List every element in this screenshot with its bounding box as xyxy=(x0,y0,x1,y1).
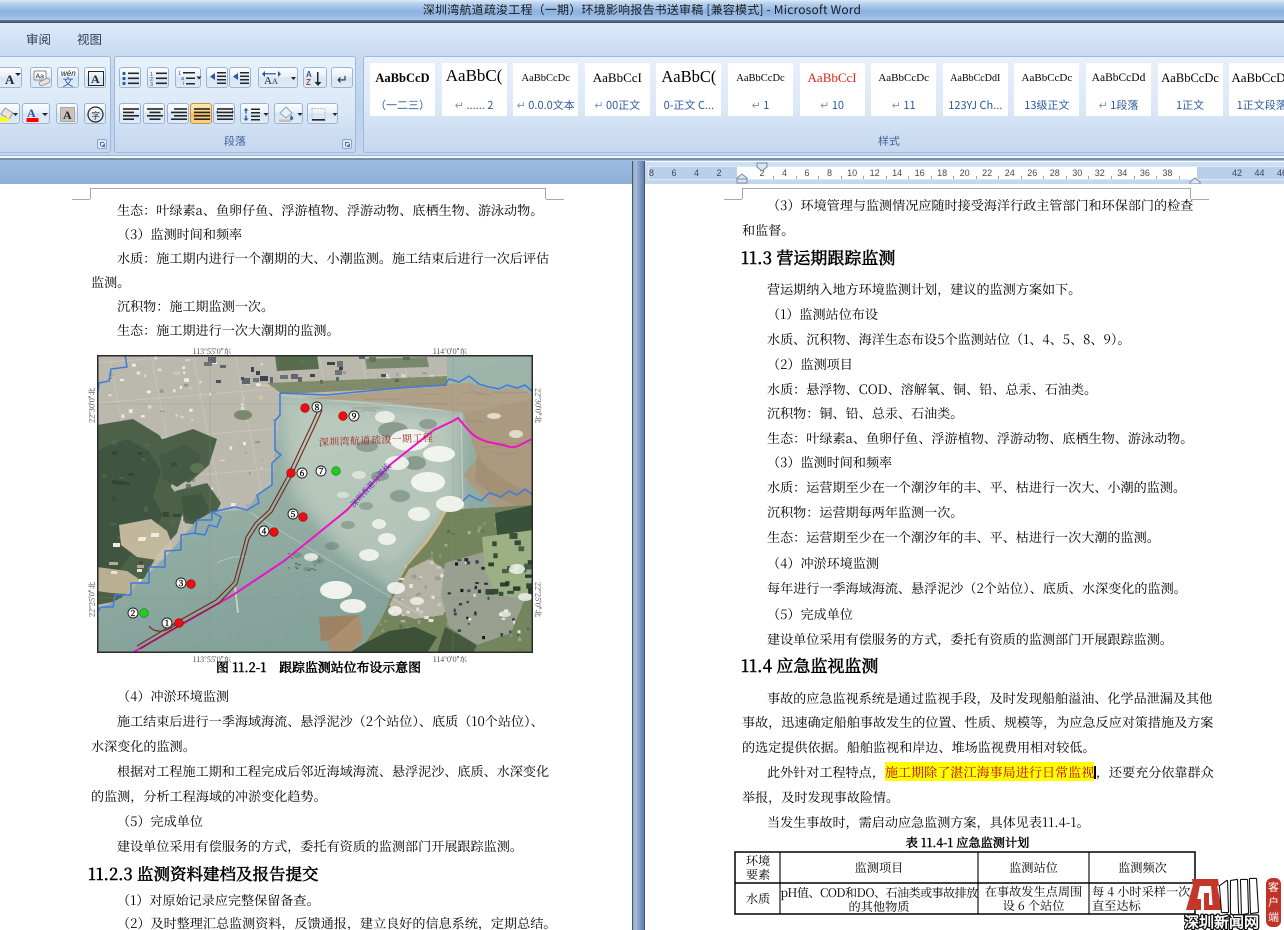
svg-text:A: A xyxy=(272,77,278,86)
svg-text:A: A xyxy=(91,72,100,86)
svg-text:字: 字 xyxy=(92,110,101,122)
svg-text:9: 9 xyxy=(352,410,357,422)
svg-text:A: A xyxy=(63,108,72,122)
svg-text:A: A xyxy=(27,106,36,120)
svg-text:1: 1 xyxy=(165,617,170,629)
svg-text:4: 4 xyxy=(262,525,267,537)
svg-text:2: 2 xyxy=(131,607,136,619)
svg-text:3: 3 xyxy=(179,577,184,589)
svg-text:Z: Z xyxy=(306,78,311,87)
svg-text:6: 6 xyxy=(300,467,305,479)
svg-text:客: 客 xyxy=(1268,879,1279,895)
svg-text:深圳新闻网: 深圳新闻网 xyxy=(1184,912,1259,930)
svg-text:↵: ↵ xyxy=(337,72,348,87)
svg-text:i: i xyxy=(183,79,185,87)
svg-text:A: A xyxy=(5,72,15,87)
svg-text:7: 7 xyxy=(319,465,324,477)
svg-text:8: 8 xyxy=(315,401,320,413)
svg-text:文: 文 xyxy=(63,74,74,89)
svg-text:3: 3 xyxy=(150,82,153,88)
svg-text:户: 户 xyxy=(1268,894,1279,910)
svg-text:Aa: Aa xyxy=(36,74,45,81)
svg-text:5: 5 xyxy=(291,508,296,520)
svg-text:端: 端 xyxy=(1268,909,1279,925)
svg-text:A: A xyxy=(264,75,272,87)
